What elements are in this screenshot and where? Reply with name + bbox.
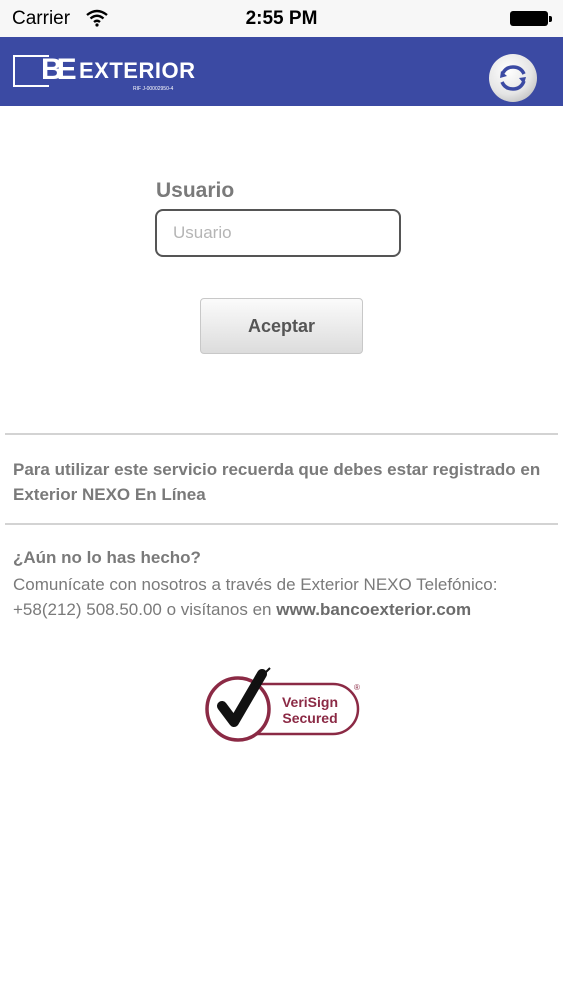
registration-notice: Para utilizar este servicio recuerda que… — [13, 460, 541, 504]
verisign-seal[interactable]: VeriSign Secured ® — [200, 660, 370, 750]
accept-button[interactable]: Aceptar — [200, 298, 363, 354]
logo-mark: BE — [41, 53, 77, 86]
refresh-button[interactable] — [489, 54, 537, 102]
website-link[interactable]: www.bancoexterior.com — [276, 600, 471, 619]
seal-registered-mark: ® — [354, 683, 360, 692]
divider — [5, 523, 558, 525]
user-input[interactable] — [155, 209, 401, 257]
logo-name: EXTERIOR — [79, 58, 196, 83]
help-body: Comunícate con nosotros a través de Exte… — [13, 573, 553, 622]
seal-line1: VeriSign — [282, 694, 338, 710]
status-time: 2:55 PM — [245, 8, 318, 29]
status-bar: Carrier 2:55 PM — [0, 0, 563, 37]
seal-line2: Secured — [282, 710, 337, 726]
help-title: ¿Aún no lo has hecho? — [13, 548, 201, 567]
battery-icon — [510, 11, 552, 26]
user-label: Usuario — [156, 179, 235, 202]
bank-logo: BE EXTERIOR RIF J-00002950-4 — [13, 53, 195, 93]
divider — [5, 433, 558, 435]
logo-rif: RIF J-00002950-4 — [133, 86, 174, 92]
refresh-icon — [500, 65, 526, 91]
nav-bar: BE EXTERIOR RIF J-00002950-4 — [0, 37, 563, 106]
